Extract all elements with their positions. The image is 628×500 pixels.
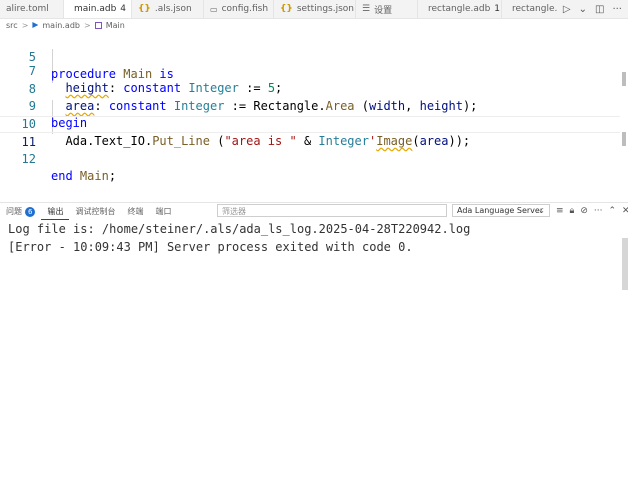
more-icon[interactable]: ··· (612, 4, 622, 15)
output-line: [Error - 10:09:43 PM] Server process exi… (8, 240, 413, 254)
panel-actions: ≡ 🔒︎ ⊘ ··· ⌃ ✕ (556, 204, 628, 217)
code-line: 7 height: constant Integer := 5; (0, 46, 620, 95)
tab-label: config.fish (221, 4, 269, 14)
code-editor[interactable]: 5 procedure Main is 7 height: constant I… (0, 32, 628, 197)
tab-settings-json[interactable]: {} settings.json (274, 0, 356, 18)
code-line: 9 begin (0, 81, 620, 130)
chevron-up-icon[interactable]: ⌃ (608, 206, 616, 216)
gear-icon: ☰ (362, 4, 371, 14)
tab-label: 输出 (47, 206, 64, 216)
tab-label: .als.json (154, 4, 192, 14)
tab-label: settings.json (296, 4, 354, 14)
tab-label: 设置 (374, 5, 393, 16)
tab-label: 端口 (155, 207, 172, 216)
symbol-method-icon (94, 21, 102, 29)
procedure-name: Main (79, 169, 109, 183)
tab-rectangle-adb[interactable]: rectangle.adb 1 (418, 0, 502, 18)
line-number: 12 (21, 152, 36, 166)
problem-count-badge: 6 (25, 206, 36, 217)
more-icon[interactable]: ··· (594, 206, 603, 216)
ada-file-icon (32, 22, 39, 28)
tab-settings[interactable]: ☰ 设置 (356, 0, 418, 18)
breadcrumb-symbol[interactable]: Main (106, 21, 125, 30)
chevron-down-icon[interactable]: ⌄ (579, 4, 587, 15)
output-scrollbar[interactable] (622, 238, 628, 290)
keyword: end (51, 169, 73, 183)
breadcrumb: src > main.adb > Main (0, 18, 125, 32)
tab-label: alire.toml (6, 4, 49, 14)
tab-label: 终端 (127, 207, 144, 216)
tab-config-fish[interactable]: ▭ config.fish (204, 0, 274, 18)
current-line: 11 (0, 116, 620, 149)
tab-label: main.adb (74, 4, 117, 14)
breadcrumb-file[interactable]: main.adb (42, 21, 80, 30)
tab-ports[interactable]: 端口 (149, 203, 177, 220)
run-icon[interactable]: ▷ (563, 4, 571, 15)
code-line: 10 Ada.Text_IO.Put_Line ("area is " & In… (0, 99, 620, 148)
lock-icon[interactable]: 🔒︎ (570, 206, 575, 216)
punct: ; (108, 169, 117, 183)
json-file-icon: {} (138, 4, 151, 14)
chevron-right-icon: > (21, 20, 29, 30)
editor-scrollbar[interactable] (620, 32, 628, 197)
close-icon[interactable]: ✕ (622, 206, 628, 216)
editor-tab-bar: alire.toml main.adb 4 {} .als.json ▭ con… (0, 0, 628, 19)
problem-count-badge: 1 (494, 4, 501, 14)
tab-debug-console[interactable]: 调试控制台 (69, 203, 121, 220)
tab-terminal[interactable]: 终端 (121, 203, 149, 220)
file-icon: ▭ (210, 4, 218, 14)
editor-actions: ▷ ⌄ ◫ ··· (556, 0, 628, 18)
output-channel-value: Ada Language Server (457, 206, 544, 215)
code-line: 12 end Main; (0, 134, 620, 183)
scroll-marker (622, 132, 626, 146)
output-channel-select[interactable]: Ada Language Server ⌄ (452, 204, 550, 217)
problem-count-badge: 4 (120, 4, 127, 14)
split-editor-icon[interactable]: ◫ (595, 4, 604, 15)
output-filter-input[interactable]: 筛选器 (217, 204, 447, 217)
chevron-right-icon: > (83, 20, 91, 30)
tab-alire-toml[interactable]: alire.toml (0, 0, 64, 18)
chevron-down-icon: ⌄ (538, 206, 545, 215)
tab-als-json[interactable]: {} .als.json (132, 0, 204, 18)
filter-placeholder: 筛选器 (222, 207, 246, 216)
json-file-icon: {} (280, 4, 293, 14)
code-line: 8 area: constant Integer := Rectangle.Ar… (0, 64, 620, 113)
tab-main-adb[interactable]: main.adb 4 (64, 0, 132, 18)
tab-output[interactable]: 输出 (41, 203, 70, 220)
list-icon[interactable]: ≡ (556, 206, 564, 216)
tab-label: 问题 (6, 207, 22, 216)
scroll-marker (622, 72, 626, 86)
clear-icon[interactable]: ⊘ (580, 206, 588, 216)
breadcrumb-folder[interactable]: src (6, 21, 18, 30)
tab-label: rectangle.adb (428, 4, 491, 14)
output-line: Log file is: /home/steiner/.als/ada_ls_l… (8, 222, 471, 236)
tab-label: 调试控制台 (75, 207, 116, 216)
tab-problems[interactable]: 问题 6 (0, 203, 41, 220)
